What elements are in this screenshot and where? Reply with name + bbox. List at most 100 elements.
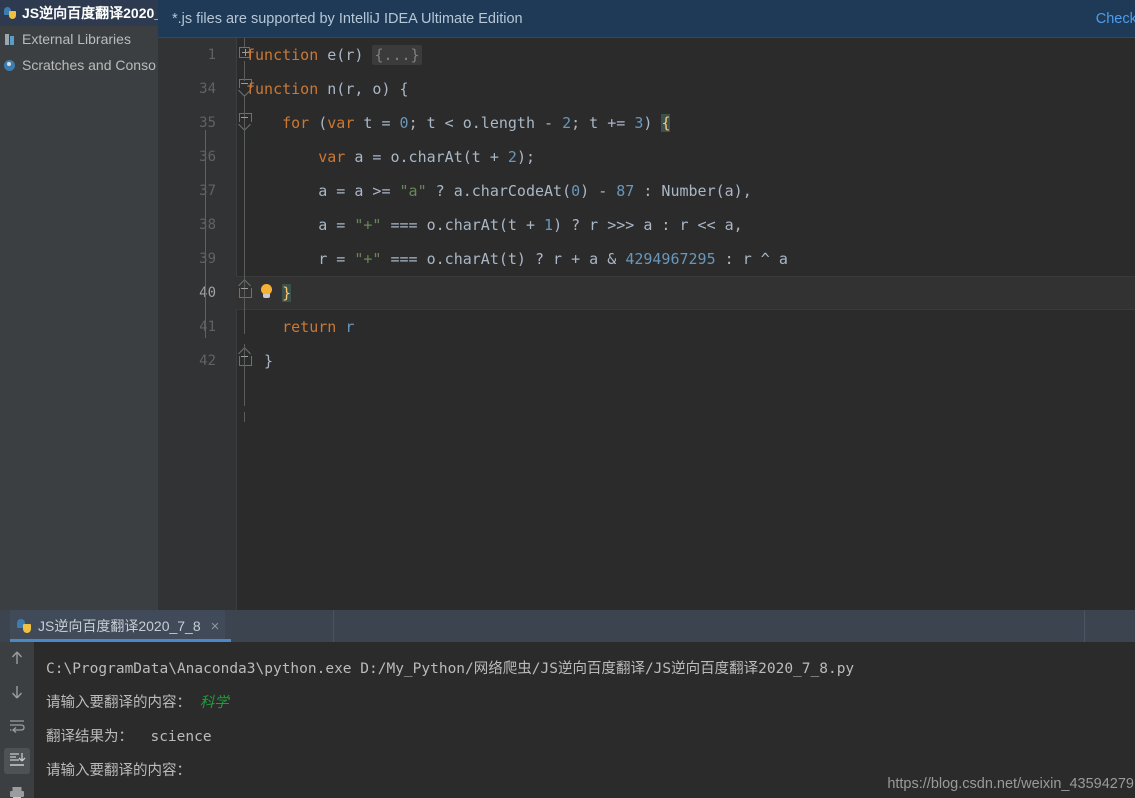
code-token: ) ? r >>> a : r << a,: [553, 216, 743, 234]
code-token: 0: [399, 114, 409, 132]
code-text: a = a >= "a" ? a.charCodeAt(0) - 87 : Nu…: [246, 174, 752, 208]
fold-connector: [244, 61, 245, 81]
scroll-up-icon[interactable]: [4, 646, 30, 672]
code-token: : r ^ a: [715, 250, 788, 268]
console-line-text: C:\ProgramData\Anaconda3\python.exe D:/M…: [46, 661, 855, 677]
code-editor[interactable]: 1 function e(r) {...} 34 function n(r, o) {…: [158, 38, 1135, 610]
console-tab-label: JS逆向百度翻译2020_7_8: [38, 618, 201, 634]
code-token: 2: [562, 114, 572, 132]
code-line[interactable]: 36 var a = o.charAt(t + 2);: [158, 140, 1135, 174]
console-toolbar: [0, 642, 34, 798]
console-user-input: 科学: [191, 695, 229, 711]
console-line-text: 请输入要翻译的内容：: [46, 763, 191, 779]
line-number: 35: [199, 115, 216, 131]
print-icon[interactable]: [4, 782, 30, 798]
code-token: ; t < o.length -: [408, 114, 563, 132]
line-number: 42: [199, 353, 216, 369]
code-text: a = "+" === o.charAt(t + 1) ? r >>> a : …: [246, 208, 743, 242]
code-token: "+": [354, 250, 382, 268]
line-number: 36: [199, 149, 216, 165]
watermark-text: https://blog.csdn.net/weixin_43594279: [887, 776, 1134, 792]
sidebar-item-scratches[interactable]: Scratches and Conso: [0, 52, 158, 78]
code-token: : Number(a),: [634, 182, 752, 200]
scratches-icon: [2, 57, 19, 73]
python-icon: [16, 618, 32, 634]
sidebar-item-label: JS逆向百度翻译2020_: [22, 5, 158, 21]
code-token: t =: [354, 114, 400, 132]
code-token: {...}: [372, 45, 422, 65]
code-token: return: [282, 318, 337, 336]
code-lines[interactable]: 1 function e(r) {...} 34 function n(r, o) {…: [158, 38, 1135, 610]
fold-connector: [244, 38, 245, 47]
tabbar-divider-2: [1084, 610, 1085, 642]
banner-message: *.js files are supported by IntelliJ IDE…: [172, 10, 523, 27]
code-line[interactable]: 37 a = a >= "a" ? a.charCodeAt(0) - 87 :…: [158, 174, 1135, 208]
code-token: 2: [507, 148, 517, 166]
code-text: return r: [246, 310, 354, 344]
scroll-to-end-icon[interactable]: [4, 748, 30, 774]
code-token: === o.charAt(t +: [381, 216, 545, 234]
console-output[interactable]: C:\ProgramData\Anaconda3\python.exe D:/M…: [34, 642, 1135, 798]
close-icon[interactable]: ×: [211, 619, 220, 634]
code-line[interactable]: 42 }: [158, 344, 1135, 378]
soft-wrap-icon[interactable]: [4, 714, 30, 740]
code-text: var a = o.charAt(t + 2);: [246, 140, 535, 174]
sidebar-item-label: External Libraries: [22, 31, 131, 47]
code-token: 0: [571, 182, 581, 200]
active-line-highlight: [236, 276, 1135, 310]
line-number: 40: [199, 285, 216, 301]
code-token: ) -: [580, 182, 617, 200]
sidebar-item-external-libraries[interactable]: External Libraries: [0, 26, 158, 52]
indent-guide: [205, 130, 206, 338]
code-text: function n(r, o) {: [246, 72, 409, 106]
code-line[interactable]: 40 }: [158, 276, 1135, 310]
scroll-down-icon[interactable]: [4, 680, 30, 706]
code-token: === o.charAt(t) ? r + a &: [381, 250, 626, 268]
code-line[interactable]: 41 return r: [158, 310, 1135, 344]
code-text: for (var t = 0; t < o.length - 2; t += 3…: [246, 106, 671, 140]
fold-connector: [244, 96, 245, 334]
code-token: var: [327, 114, 355, 132]
line-number: 39: [199, 251, 216, 267]
code-token: {: [661, 114, 671, 132]
code-token: e(r): [318, 46, 373, 64]
code-token: a = o.charAt(t +: [345, 148, 508, 166]
console-line: C:\ProgramData\Anaconda3\python.exe D:/M…: [46, 652, 1135, 686]
code-token: for: [282, 114, 310, 132]
code-token: "a": [399, 182, 427, 200]
code-line[interactable]: 34 function n(r, o) {: [158, 72, 1135, 106]
check-in-link[interactable]: Check In: [1096, 11, 1135, 27]
code-token: 1: [544, 216, 554, 234]
code-text: function e(r) {...}: [246, 38, 422, 72]
code-line[interactable]: 38 a = "+" === o.charAt(t + 1) ? r >>> a…: [158, 208, 1135, 242]
code-token: a =: [246, 216, 355, 234]
code-token: function: [246, 46, 319, 64]
console-line: 请输入要翻译的内容： 科学: [46, 686, 1135, 720]
code-token: n(r, o) {: [318, 80, 409, 98]
code-token: ; t +=: [571, 114, 635, 132]
code-token: function: [246, 80, 319, 98]
code-line[interactable]: 35 for (var t = 0; t < o.length - 2; t +…: [158, 106, 1135, 140]
ide-window: JS逆向百度翻译2020_ External Libraries Scratch…: [0, 0, 1135, 798]
code-line[interactable]: 1 function e(r) {...}: [158, 38, 1135, 72]
notification-banner: *.js files are supported by IntelliJ IDE…: [158, 0, 1135, 38]
code-text: }: [246, 276, 292, 310]
code-token: 4294967295: [625, 250, 716, 268]
code-line[interactable]: 39 r = "+" === o.charAt(t) ? r + a & 429…: [158, 242, 1135, 276]
code-token: r =: [246, 250, 355, 268]
code-token: var: [318, 148, 346, 166]
sidebar-item-project[interactable]: JS逆向百度翻译2020_: [0, 0, 158, 26]
code-token: r: [336, 318, 355, 336]
console-line: 翻译结果为： science: [46, 720, 1135, 754]
code-token: }: [246, 352, 274, 370]
line-number: 1: [207, 47, 216, 63]
console-tab[interactable]: JS逆向百度翻译2020_7_8 ×: [10, 610, 226, 642]
code-token: (: [309, 114, 328, 132]
code-text: r = "+" === o.charAt(t) ? r + a & 429496…: [246, 242, 788, 276]
libraries-icon: [2, 31, 19, 47]
line-number: 41: [199, 319, 216, 335]
